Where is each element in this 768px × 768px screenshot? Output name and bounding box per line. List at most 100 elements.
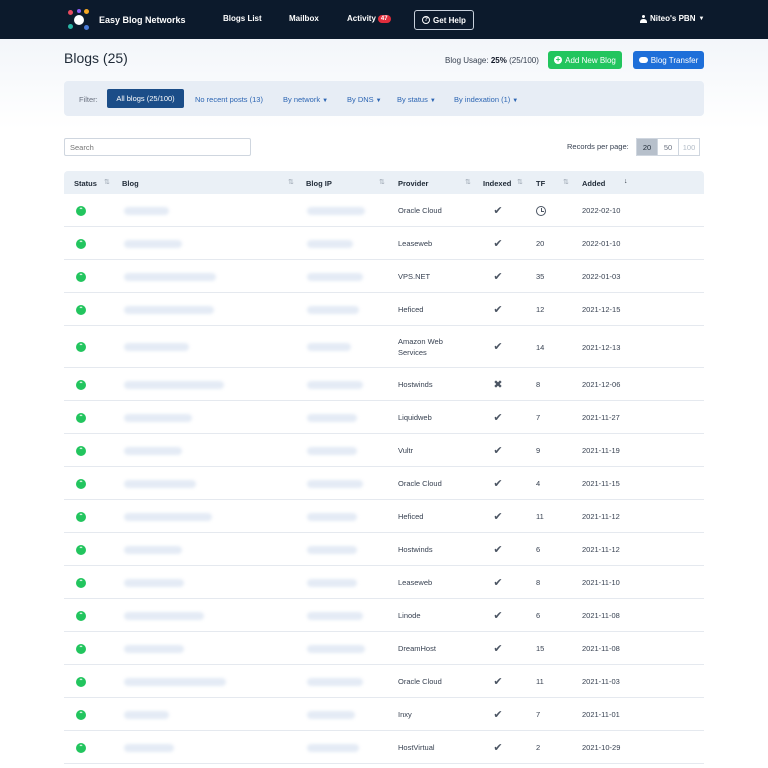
filter-by-indexation[interactable]: By indexation (1) ▼ — [454, 95, 518, 104]
blog-name-redacted[interactable] — [124, 677, 226, 686]
add-new-blog-button[interactable]: + Add New Blog — [548, 51, 622, 69]
records-option-20[interactable]: 20 — [636, 138, 658, 156]
blog-name-redacted[interactable] — [124, 446, 182, 455]
provider-cell: Heficed — [398, 512, 424, 521]
column-added[interactable]: Added — [582, 179, 605, 188]
blog-ip-redacted — [307, 743, 359, 752]
checkmark-icon: ✔ — [493, 270, 503, 283]
user-menu[interactable]: Niteo's PBN ▼ — [640, 14, 704, 23]
blog-name-redacted[interactable] — [124, 578, 184, 587]
tf-cell: 35 — [536, 272, 545, 281]
checkmark-icon: ✔ — [493, 543, 503, 556]
checkmark-icon: ✔ — [493, 609, 503, 622]
table-row[interactable]: ⌃ Amazon Web Services ✔ 14 2021-12-13 — [64, 326, 704, 368]
table-row[interactable]: ⌃ Hostwinds ✔ 6 2021-11-12 — [64, 533, 704, 566]
blog-name-redacted[interactable] — [124, 413, 192, 422]
brand-link[interactable]: Easy Blog Networks — [68, 9, 186, 31]
table-row[interactable]: ⌃ Hostwinds ✖ 8 2021-12-06 — [64, 368, 704, 401]
status-up-icon: ⌃ — [76, 478, 86, 489]
sort-icon[interactable]: ⇅ — [517, 178, 523, 186]
nav-activity[interactable]: Activity 47 — [347, 14, 391, 23]
blog-ip-redacted — [307, 479, 363, 488]
provider-cell: Linode — [398, 611, 421, 620]
provider-cell: Inxy — [398, 710, 412, 719]
get-help-button[interactable]: ? Get Help — [414, 10, 474, 30]
table-row[interactable]: ⌃ Inxy ✔ 7 2021-11-01 — [64, 698, 704, 731]
tf-cell: 11 — [536, 677, 544, 686]
table-row[interactable]: ⌃ VPS.NET ✔ 35 2022-01-03 — [64, 260, 704, 293]
checkmark-icon: ✔ — [493, 411, 503, 424]
blog-name-redacted[interactable] — [124, 479, 196, 488]
filter-no-recent-posts[interactable]: No recent posts (13) — [195, 95, 263, 104]
table-row[interactable]: ⌃ Oracle Cloud ✔ 11 2021-11-03 — [64, 665, 704, 698]
column-blog[interactable]: Blog — [122, 179, 139, 188]
table-row[interactable]: ⌃ Heficed ✔ 11 2021-11-12 — [64, 500, 704, 533]
cloud-upload-icon — [638, 57, 648, 63]
table-row[interactable]: ⌃ Linode ✔ 6 2021-11-08 — [64, 599, 704, 632]
sort-desc-icon[interactable]: ↓ — [624, 178, 628, 185]
blog-ip-redacted — [307, 710, 355, 719]
blog-name-redacted[interactable] — [124, 343, 189, 351]
blog-name-redacted[interactable] — [124, 206, 169, 215]
sort-icon[interactable]: ⇅ — [563, 178, 569, 186]
table-row[interactable]: ⌃ Oracle Cloud ✔ 4 2021-11-15 — [64, 467, 704, 500]
tf-cell: 15 — [536, 644, 545, 653]
search-input[interactable] — [64, 138, 251, 156]
nav-mailbox[interactable]: Mailbox — [289, 14, 319, 23]
blog-name-redacted[interactable] — [124, 239, 182, 248]
records-option-100[interactable]: 100 — [678, 138, 700, 156]
tf-cell: 14 — [536, 342, 545, 352]
filter-by-dns[interactable]: By DNS ▼ — [347, 95, 382, 104]
blog-name-redacted[interactable] — [124, 611, 204, 620]
provider-cell: Hostwinds — [398, 380, 433, 389]
status-up-icon: ⌃ — [76, 238, 86, 249]
logo-icon — [68, 9, 90, 31]
records-per-page-group: 20 50 100 — [636, 138, 700, 156]
table-row[interactable]: ⌃ Vultr ✔ 9 2021-11-19 — [64, 434, 704, 467]
provider-cell: HostVirtual — [398, 743, 435, 752]
sort-icon[interactable]: ⇅ — [288, 178, 294, 186]
table-row[interactable]: ⌃ Oracle Cloud ✔ 2022-02-10 — [64, 194, 704, 227]
user-name: Niteo's PBN — [650, 14, 696, 23]
column-tf[interactable]: TF — [536, 179, 545, 188]
sort-icon[interactable]: ⇅ — [379, 178, 385, 186]
filter-by-network[interactable]: By network ▼ — [283, 95, 328, 104]
filter-all-blogs[interactable]: All blogs (25/100) — [107, 89, 184, 108]
table-row[interactable]: ⌃ DreamHost ✔ 15 2021-11-08 — [64, 632, 704, 665]
blog-name-redacted[interactable] — [124, 710, 169, 719]
table-row[interactable]: ⌃ Leaseweb ✔ 20 2022-01-10 — [64, 227, 704, 260]
sort-icon[interactable]: ⇅ — [465, 178, 471, 186]
provider-cell: Leaseweb — [398, 239, 433, 248]
added-date-cell: 2021-11-27 — [582, 413, 620, 422]
blog-name-redacted[interactable] — [124, 512, 212, 521]
filter-by-status[interactable]: By status ▼ — [397, 95, 436, 104]
filter-by-dns-label: By DNS — [347, 95, 374, 104]
blog-name-redacted[interactable] — [124, 305, 214, 314]
column-status[interactable]: Status — [74, 179, 97, 188]
column-indexed[interactable]: Indexed — [483, 179, 511, 188]
tf-cell: 20 — [536, 239, 545, 248]
blog-ip-redacted — [307, 578, 357, 587]
blog-name-redacted[interactable] — [124, 644, 184, 653]
blog-name-redacted[interactable] — [124, 545, 182, 554]
table-row[interactable]: ⌃ HostVirtual ✔ 2 2021-10-29 — [64, 731, 704, 764]
blog-name-redacted[interactable] — [124, 743, 174, 752]
table-row[interactable]: ⌃ Leaseweb ✔ 8 2021-11-10 — [64, 566, 704, 599]
nav-blogs-list[interactable]: Blogs List — [223, 14, 262, 23]
tf-cell: 6 — [536, 611, 541, 620]
blog-transfer-button[interactable]: Blog Transfer — [633, 51, 704, 69]
chevron-down-icon: ▼ — [698, 15, 705, 22]
column-blog-ip[interactable]: Blog IP — [306, 179, 332, 188]
status-up-icon: ⌃ — [76, 577, 86, 588]
blog-name-redacted[interactable] — [124, 380, 224, 389]
records-option-50[interactable]: 50 — [657, 138, 679, 156]
added-date-cell: 2021-12-15 — [582, 305, 621, 314]
sort-icon[interactable]: ⇅ — [104, 178, 110, 186]
table-row[interactable]: ⌃ Heficed ✔ 12 2021-12-15 — [64, 293, 704, 326]
provider-cell: Hostwinds — [398, 545, 433, 554]
table-row[interactable]: ⌃ Liquidweb ✔ 7 2021-11-27 — [64, 401, 704, 434]
tf-cell: 8 — [536, 578, 541, 587]
column-provider[interactable]: Provider — [398, 179, 428, 188]
added-date-cell: 2022-01-03 — [582, 272, 621, 281]
blog-name-redacted[interactable] — [124, 272, 216, 281]
